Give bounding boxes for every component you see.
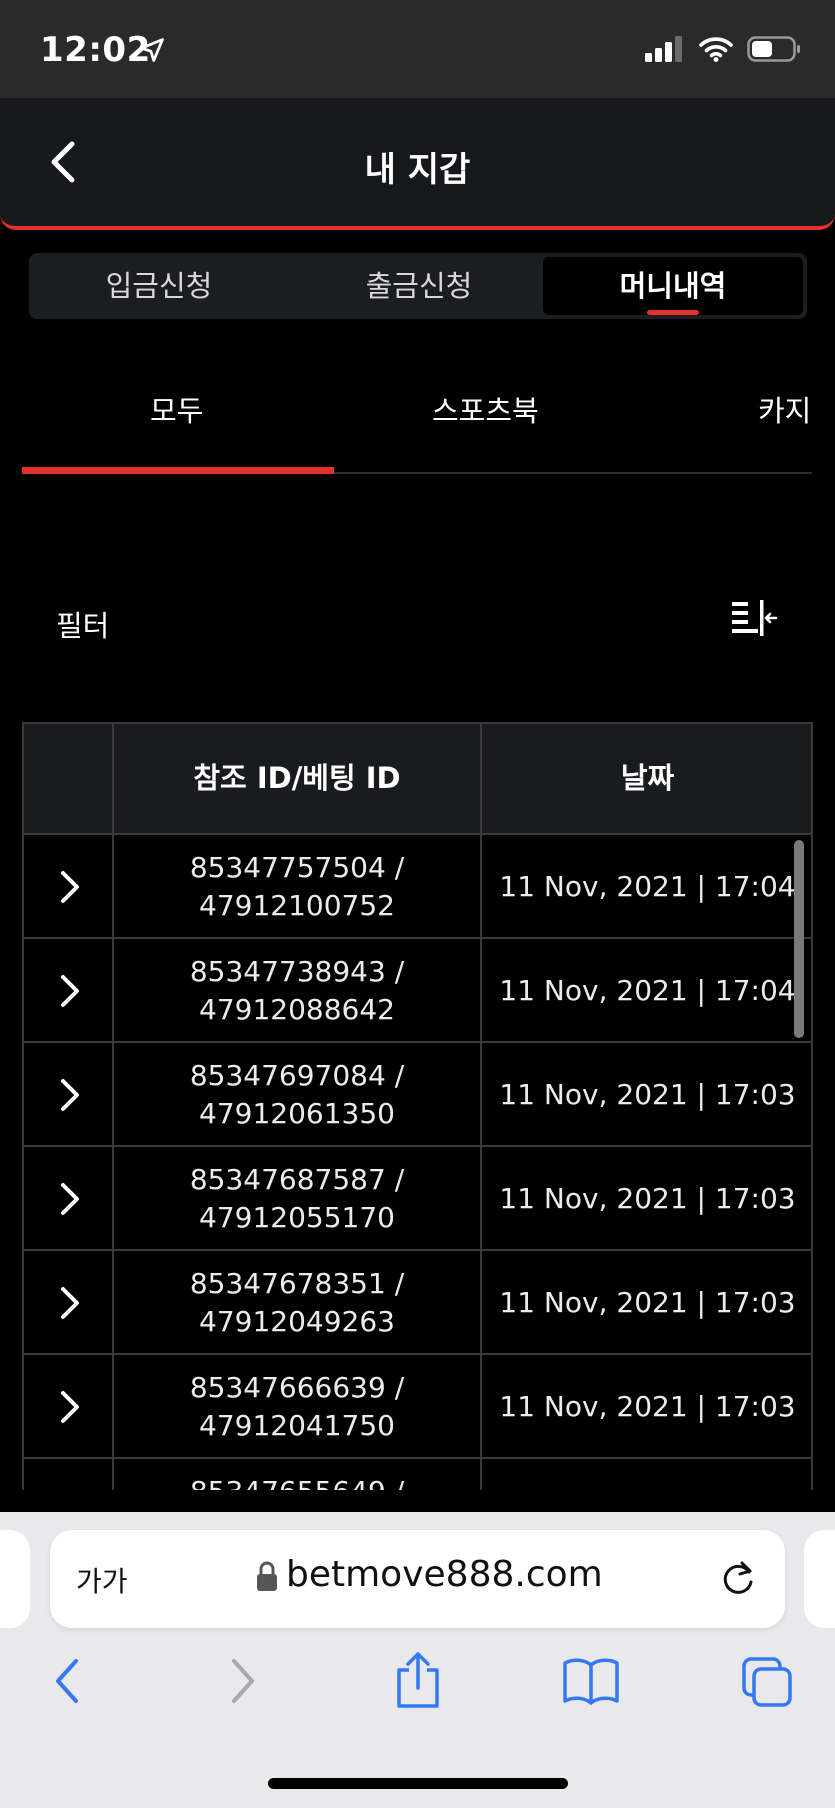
table-row[interactable]: 85347655649 / [24,1459,811,1490]
row-expand-chevron-icon[interactable] [58,1285,82,1321]
status-indicators [645,36,801,62]
row-ref-id: 85347687587 / [189,1163,405,1196]
active-category-indicator [22,467,334,474]
text-size-button[interactable]: 가가 [76,1560,128,1600]
row-expand-chevron-icon[interactable] [58,1077,82,1113]
filter-icon[interactable] [730,598,778,640]
table-row[interactable]: 85347738943 / 47912088642 11 Nov, 2021 | … [24,939,811,1043]
url-text[interactable]: betmove888.com [286,1554,603,1595]
row-ids: 85347666639 / 47912041750 [114,1369,480,1445]
table-header-ref-id: 참조 ID/베팅 ID [193,761,401,795]
row-bet-id: 47912055170 [199,1201,395,1234]
home-indicator [268,1778,568,1789]
row-expand-chevron-icon[interactable] [58,1389,82,1425]
reload-icon[interactable] [718,1558,758,1600]
row-bet-id: 47912100752 [199,889,395,922]
location-arrow-icon [140,38,164,62]
table-header-date: 날짜 [620,761,675,795]
tabs-icon[interactable] [740,1655,796,1711]
row-ids: 85347678351 / 47912049263 [114,1265,480,1341]
lock-icon [257,1561,277,1591]
row-ids: 85347738943 / 47912088642 [114,953,480,1029]
row-expand-chevron-icon[interactable] [58,973,82,1009]
table-header-expand [24,724,112,833]
tab-sportsbook[interactable]: 스포츠북 [432,388,539,430]
filter-label: 필터 [56,609,110,643]
table-row[interactable]: 85347678351 / 47912049263 11 Nov, 2021 | … [24,1251,811,1355]
row-date: 11 Nov, 2021 | 17:04 [499,974,796,1007]
app-header: 내 지갑 [0,98,835,230]
row-date: 11 Nov, 2021 | 17:03 [499,1390,796,1423]
row-ids: 85347655649 / [114,1473,480,1490]
transaction-table: 참조 ID/베팅 ID 날짜 85347757504 / 47912100752 … [22,722,813,1490]
tab-all[interactable]: 모두 [150,388,203,430]
tab-withdrawal-request[interactable]: 출금신청 [289,253,549,319]
status-time: 12:02 [40,30,151,70]
next-tab-preview[interactable] [804,1530,835,1628]
tab-money-history[interactable]: 머니내역 [543,257,803,315]
table-row[interactable]: 85347697084 / 47912061350 11 Nov, 2021 | … [24,1043,811,1147]
row-expand-chevron-icon[interactable] [58,869,82,905]
row-date: 11 Nov, 2021 | 17:03 [499,1078,796,1111]
previous-tab-preview[interactable] [0,1530,30,1628]
table-header: 참조 ID/베팅 ID 날짜 [24,724,811,835]
wifi-icon [699,37,733,62]
row-bet-id: 47912088642 [199,993,395,1026]
battery-icon [747,36,800,62]
row-ref-id: 85347666639 / [189,1371,405,1404]
row-date: 11 Nov, 2021 | 17:03 [499,1182,796,1215]
row-bet-id: 47912049263 [199,1305,395,1338]
row-date: 11 Nov, 2021 | 17:04 [499,870,796,903]
row-ref-id: 85347678351 / [189,1267,405,1300]
safari-forward-icon[interactable] [224,1655,264,1707]
row-ref-id: 85347697084 / [189,1059,405,1092]
row-date: 11 Nov, 2021 | 17:03 [499,1286,796,1319]
table-row[interactable]: 85347757504 / 47912100752 11 Nov, 2021 | … [24,835,811,939]
safari-back-icon[interactable] [46,1655,86,1707]
status-bar: 12:02 [0,0,835,98]
signal-icon [645,36,682,62]
tab-casino[interactable]: 카지 [758,388,811,430]
row-ids: 85347757504 / 47912100752 [114,849,480,925]
row-date [482,1459,811,1490]
row-expand-chevron-icon[interactable] [58,1181,82,1217]
bookmarks-icon[interactable] [562,1655,620,1707]
tab-deposit-request[interactable]: 입금신청 [29,253,289,319]
row-ids: 85347697084 / 47912061350 [114,1057,480,1133]
active-segment-underline [647,310,699,315]
table-scrollbar[interactable] [794,840,804,1038]
address-bar[interactable]: 가가 betmove888.com [50,1530,785,1628]
table-row[interactable]: 85347687587 / 47912055170 11 Nov, 2021 | … [24,1147,811,1251]
row-bet-id: 47912041750 [199,1409,395,1442]
page-title: 내 지갑 [364,150,471,190]
row-ids: 85347687587 / 47912055170 [114,1161,480,1237]
column-divider [480,724,482,1490]
table-row[interactable]: 85347666639 / 47912041750 11 Nov, 2021 | … [24,1355,811,1459]
row-bet-id: 47912061350 [199,1097,395,1130]
share-icon[interactable] [392,1650,444,1710]
column-divider [112,724,114,1490]
row-ref-id: 85347757504 / [189,851,405,884]
row-ref-id: 85347655649 / [114,1473,480,1490]
row-ref-id: 85347738943 / [189,955,405,988]
